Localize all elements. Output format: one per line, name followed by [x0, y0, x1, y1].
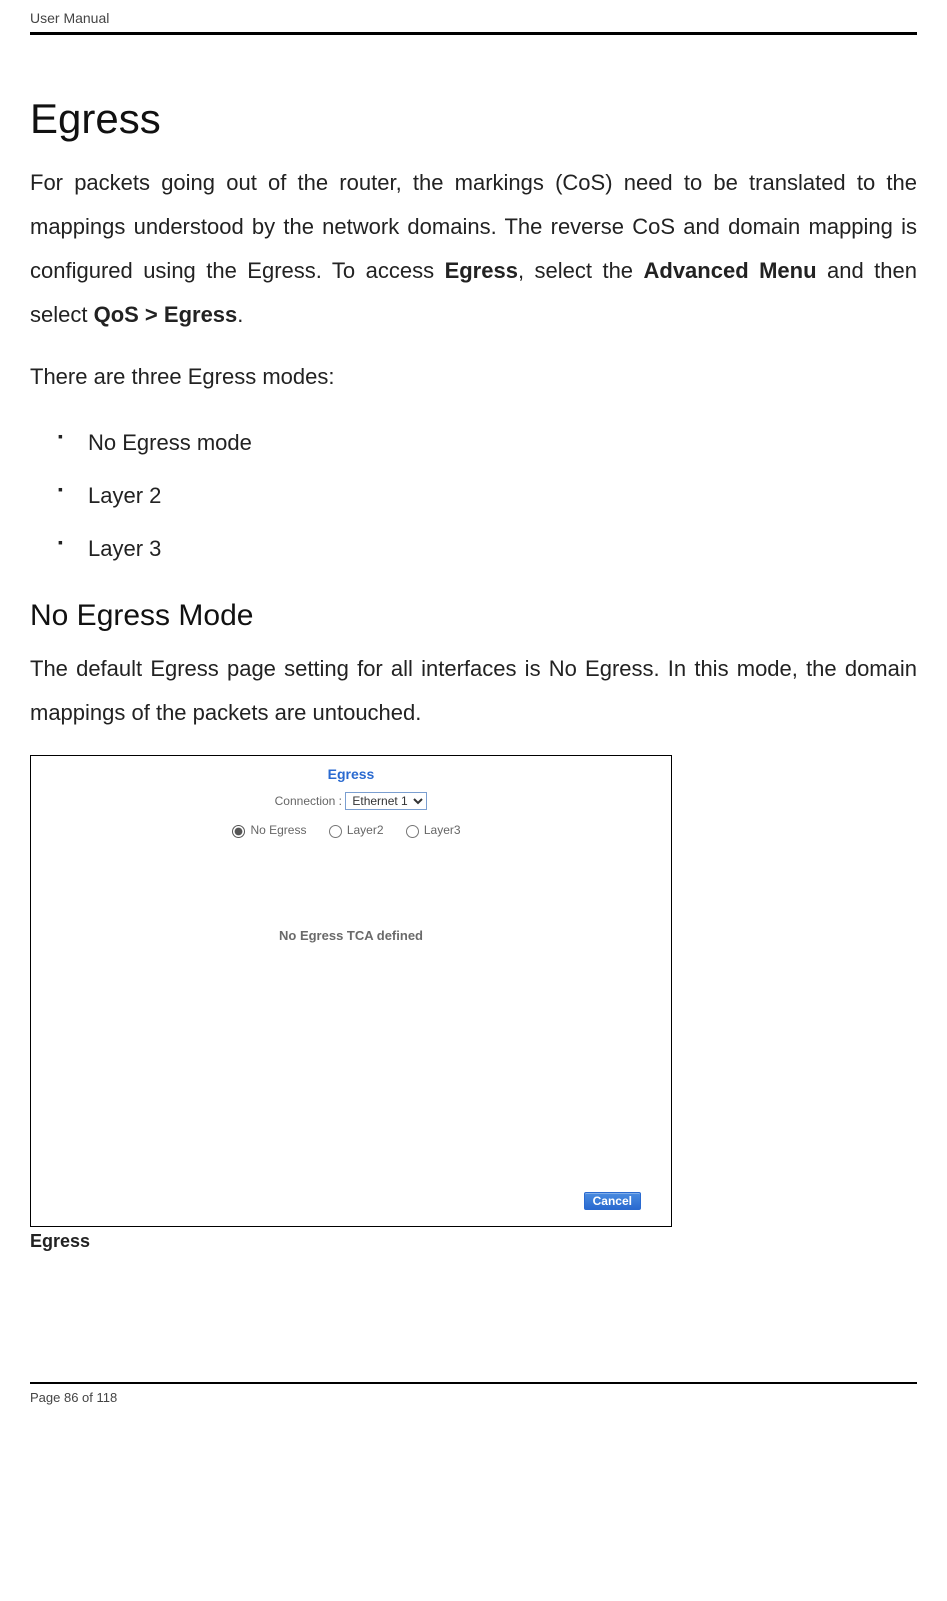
egress-mode-radio-group: No Egress Layer2 Layer3 — [31, 822, 671, 838]
page-header: User Manual — [0, 0, 947, 32]
radio-layer2[interactable] — [329, 825, 342, 838]
radio-layer3[interactable] — [406, 825, 419, 838]
connection-select[interactable]: Ethernet 1 — [345, 792, 427, 810]
no-tca-message: No Egress TCA defined — [31, 928, 671, 943]
list-item: Layer 3 — [52, 523, 917, 576]
page-footer: Page 86 of 118 — [0, 1384, 947, 1425]
list-item: Layer 2 — [52, 470, 917, 523]
bold-advanced-menu: Advanced Menu — [644, 258, 817, 283]
modes-intro: There are three Egress modes: — [30, 355, 917, 399]
radio-no-egress-label: No Egress — [250, 823, 306, 837]
egress-modes-list: No Egress mode Layer 2 Layer 3 — [52, 417, 917, 575]
bold-qos-egress: QoS > Egress — [94, 302, 238, 327]
page-content: Egress For packets going out of the rout… — [0, 35, 947, 1262]
subsection-paragraph: The default Egress page setting for all … — [30, 647, 917, 735]
radio-no-egress[interactable] — [232, 825, 245, 838]
subsection-title-no-egress: No Egress Mode — [30, 599, 917, 633]
section-title-egress: Egress — [30, 95, 917, 143]
para-text: . — [237, 302, 243, 327]
bold-egress: Egress — [445, 258, 518, 283]
list-item: No Egress mode — [52, 417, 917, 470]
cancel-button[interactable]: Cancel — [584, 1192, 641, 1210]
figure-caption: Egress — [30, 1231, 917, 1252]
screenshot-panel: Egress Connection : Ethernet 1 No Egress… — [30, 755, 672, 1227]
panel-title: Egress — [31, 756, 671, 782]
radio-layer2-label: Layer2 — [347, 823, 384, 837]
connection-label: Connection : — [275, 794, 342, 808]
radio-layer3-label: Layer3 — [424, 823, 461, 837]
section-intro-paragraph: For packets going out of the router, the… — [30, 161, 917, 337]
connection-row: Connection : Ethernet 1 — [31, 792, 671, 810]
para-text: , select the — [518, 258, 644, 283]
